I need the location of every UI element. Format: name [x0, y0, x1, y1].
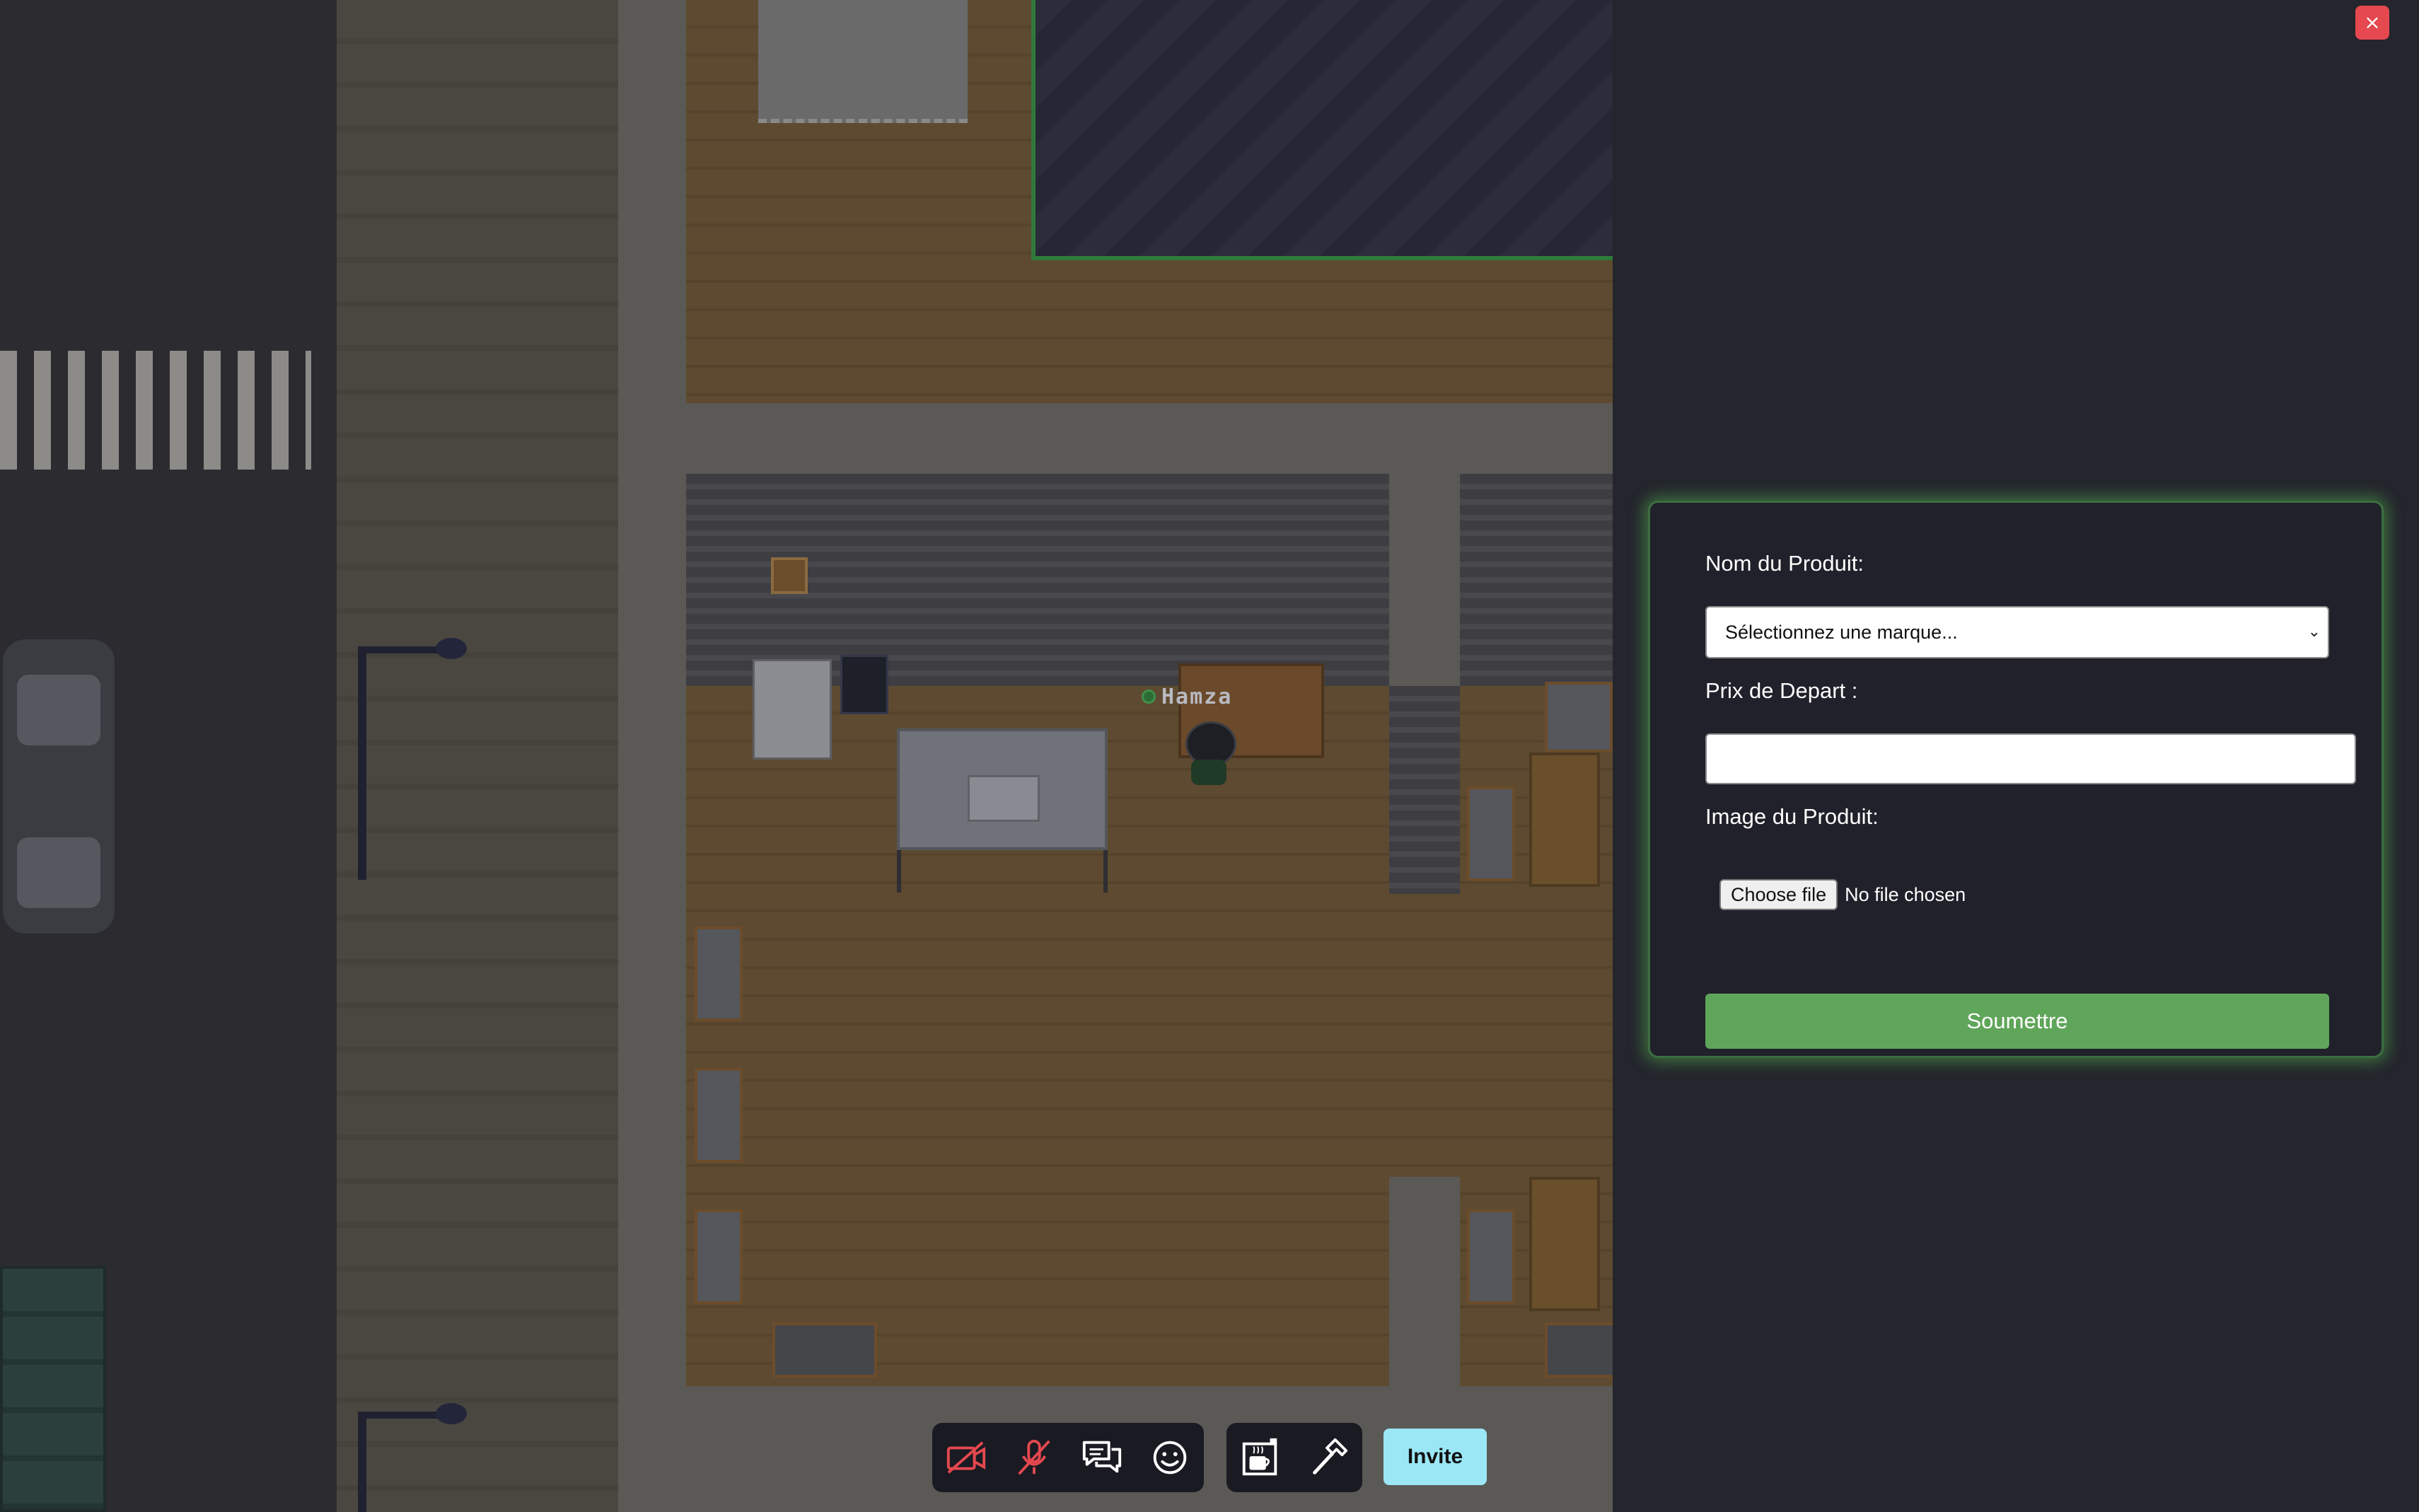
product-form-panel: Nom du Produit: Sélectionnez une marque.… — [1648, 501, 2384, 1058]
lamp-light-icon — [436, 1403, 467, 1424]
choose-file-button[interactable]: Choose file — [1719, 879, 1838, 910]
player-name: Hamza — [1161, 684, 1233, 709]
microphone-off-icon — [1018, 1439, 1050, 1475]
player-nameplate: Hamza — [1142, 685, 1232, 709]
bench — [772, 1322, 877, 1378]
rug — [758, 0, 968, 123]
sidewalk — [337, 0, 618, 1512]
microphone-toggle-button[interactable] — [1000, 1423, 1068, 1492]
street-lamp — [358, 1412, 366, 1512]
lamp-light-icon — [436, 638, 467, 659]
brand-select[interactable]: Sélectionnez une marque... ⌄ — [1705, 606, 2329, 658]
street-lamp — [358, 646, 366, 880]
brand-select-value: Sélectionnez une marque... — [1725, 621, 1958, 643]
monitor — [968, 775, 1040, 822]
emoji-button[interactable] — [1136, 1423, 1204, 1492]
table — [1529, 1177, 1600, 1311]
desk-leg — [897, 850, 901, 892]
close-button[interactable]: × — [2355, 6, 2389, 40]
invite-button[interactable]: Invite — [1383, 1429, 1487, 1485]
chair — [695, 926, 743, 1021]
emoji-icon — [1153, 1441, 1187, 1475]
bench — [1545, 1322, 1613, 1378]
private-room[interactable] — [1031, 0, 1613, 260]
parked-truck — [0, 1266, 106, 1512]
tool-controls — [1226, 1423, 1362, 1492]
filing-cabinet — [753, 659, 832, 760]
avatar-body — [1191, 760, 1226, 785]
car-window — [17, 837, 100, 908]
coffee-break-icon — [1242, 1438, 1277, 1476]
table — [1529, 752, 1600, 887]
crosswalk — [0, 351, 311, 470]
camera-off-icon — [946, 1441, 986, 1474]
product-image-label: Image du Produit: — [1705, 804, 1879, 829]
office-wall-right — [1460, 474, 1613, 686]
chair — [1467, 1209, 1515, 1304]
start-price-input[interactable] — [1705, 733, 2356, 784]
player-avatar[interactable] — [1181, 721, 1236, 791]
online-status-icon — [1142, 690, 1156, 704]
sofa — [1545, 682, 1613, 752]
file-status: No file chosen — [1845, 883, 1966, 905]
walkway — [618, 0, 686, 1512]
chat-bubbles-icon — [1082, 1441, 1122, 1473]
chair — [695, 1068, 743, 1163]
vending-machine[interactable] — [840, 655, 888, 714]
submit-button[interactable]: Soumettre — [1705, 994, 2329, 1049]
wall-clock-icon — [771, 557, 808, 594]
coffee-break-button[interactable] — [1226, 1423, 1294, 1492]
build-button[interactable] — [1294, 1423, 1362, 1492]
hallway-lower — [1389, 1177, 1460, 1386]
media-controls — [932, 1423, 1204, 1492]
file-upload: Choose file No file chosen — [1719, 879, 1966, 910]
corridor — [686, 403, 1613, 474]
start-price-label: Prix de Depart : — [1705, 678, 1858, 703]
desk-leg — [1103, 850, 1108, 892]
parked-car — [0, 636, 117, 936]
hammer-build-icon — [1313, 1438, 1348, 1475]
chevron-down-icon: ⌄ — [2307, 623, 2321, 641]
game-map[interactable]: Hamza — [0, 0, 1613, 1512]
doorway — [1389, 474, 1460, 686]
chair — [695, 1209, 743, 1304]
product-name-label: Nom du Produit: — [1705, 551, 1864, 576]
chat-button[interactable] — [1068, 1423, 1136, 1492]
camera-toggle-button[interactable] — [932, 1423, 1000, 1492]
chair — [1467, 786, 1515, 881]
car-window — [17, 675, 100, 745]
stairs — [1389, 686, 1460, 894]
